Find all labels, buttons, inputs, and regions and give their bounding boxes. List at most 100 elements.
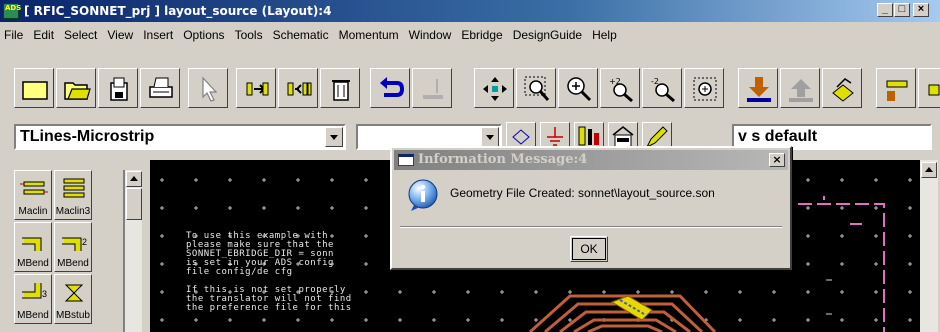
svg-text:-2: -2 xyxy=(651,77,659,86)
menu-bar: File Edit Select View Insert Options Tools Sche… xyxy=(0,24,940,46)
redo-icon xyxy=(423,79,443,99)
palette-item-label: MBstub xyxy=(56,310,90,321)
ok-button[interactable]: OK xyxy=(570,236,608,262)
component-palette: Maclin Maclin3 MBend MBend 2 MBend 3 MBs… xyxy=(14,170,124,332)
info-icon xyxy=(408,179,438,211)
palette-select-value: TLines-Microstrip xyxy=(20,128,155,145)
menu-edit[interactable]: Edit xyxy=(28,24,59,46)
zoom-x2-button[interactable]: +2 xyxy=(600,68,640,108)
scroll-up-arrow[interactable] xyxy=(921,162,937,178)
menu-options[interactable]: Options xyxy=(178,24,229,46)
zoom-x2-icon: +2 xyxy=(609,77,633,103)
open-icon xyxy=(64,82,91,100)
select-arrow-icon xyxy=(202,76,218,102)
new-icon xyxy=(22,81,48,100)
dialog-title-bar[interactable]: Information Message:4 × xyxy=(394,150,788,170)
palette-item-maclin3[interactable]: Maclin3 xyxy=(54,170,92,220)
chevron-down-icon[interactable] xyxy=(325,127,343,147)
zoom-in-icon xyxy=(567,77,592,102)
zoom-fit-button[interactable] xyxy=(684,68,724,108)
delete-icon xyxy=(332,80,350,101)
redo-button[interactable] xyxy=(412,68,452,108)
save-button[interactable] xyxy=(98,68,138,108)
maclin-icon xyxy=(20,181,48,195)
zoom-in-button[interactable] xyxy=(558,68,598,108)
main-toolbar: +2 -2 xyxy=(0,60,940,112)
palette-scrollbar[interactable] xyxy=(124,170,142,332)
menu-select[interactable]: Select xyxy=(59,24,102,46)
ruler-icon xyxy=(886,80,908,101)
scroll-thumb[interactable] xyxy=(126,188,142,220)
palette-item-label: Maclin xyxy=(18,206,48,217)
menu-view[interactable]: View xyxy=(102,24,138,46)
delete-button[interactable] xyxy=(320,68,360,108)
new-button[interactable] xyxy=(14,68,54,108)
move-icon xyxy=(483,77,507,101)
menu-schematic[interactable]: Schematic xyxy=(268,24,334,46)
dialog-separator xyxy=(400,226,782,228)
select-button[interactable] xyxy=(188,68,228,108)
app-icon[interactable]: ADS xyxy=(3,3,22,19)
palette-item-maclin[interactable]: Maclin xyxy=(14,170,52,220)
ads-layout-window: ADS [ RFIC_SONNET_prj ] layout_source (L… xyxy=(0,0,940,332)
insert-port-icon xyxy=(246,82,269,96)
magenta-traces xyxy=(798,196,885,332)
zoom-out-icon: -2 xyxy=(651,77,675,103)
insert-port-button[interactable] xyxy=(236,68,276,108)
canvas-scrollbar[interactable] xyxy=(920,160,938,332)
window-icon xyxy=(398,154,414,166)
push-down-button[interactable] xyxy=(738,68,778,108)
palette-select[interactable]: TLines-Microstrip xyxy=(14,124,346,150)
menu-designguide[interactable]: DesignGuide xyxy=(508,24,587,46)
palette-item-mbend2[interactable]: MBend 2 xyxy=(54,222,92,272)
window-title: [ RFIC_SONNET_prj ] layout_source (Layou… xyxy=(24,4,332,18)
move-button[interactable] xyxy=(474,68,514,108)
menu-ebridge[interactable]: Ebridge xyxy=(456,24,507,46)
undo-icon xyxy=(380,77,405,97)
palette-item-label: MBend xyxy=(17,258,49,269)
maximize-button[interactable]: □ xyxy=(894,3,910,17)
more-tools-button[interactable] xyxy=(918,68,940,108)
zoom-area-button[interactable] xyxy=(516,68,556,108)
information-dialog: Information Message:4 × Geometry File Cr… xyxy=(390,146,792,270)
pop-up-icon xyxy=(789,79,813,102)
menu-insert[interactable]: Insert xyxy=(138,24,178,46)
menu-momentum[interactable]: Momentum xyxy=(334,24,404,46)
palette-item-label: Maclin3 xyxy=(55,206,91,217)
menu-file[interactable]: File xyxy=(0,24,28,46)
app-icon-text: ADS xyxy=(5,4,22,12)
menu-window[interactable]: Window xyxy=(404,24,457,46)
mbend-icon xyxy=(22,237,42,251)
ruler-button[interactable] xyxy=(876,68,916,108)
layer-select-value: v s default xyxy=(738,128,818,145)
undo-button[interactable] xyxy=(370,68,410,108)
palette-item-subscript: 3 xyxy=(41,289,47,299)
palette-item-mbend3[interactable]: MBend 3 xyxy=(14,274,52,324)
menu-tools[interactable]: Tools xyxy=(230,24,268,46)
dialog-title: Information Message:4 xyxy=(418,152,588,167)
simulate-button[interactable] xyxy=(822,68,862,108)
dialog-message: Geometry File Created: sonnet\layout_sou… xyxy=(450,186,715,200)
minimize-button[interactable]: _ xyxy=(877,3,893,17)
palette-item-label: MBend xyxy=(57,258,89,269)
palette-item-mbend[interactable]: MBend xyxy=(14,222,52,272)
title-bar[interactable]: ADS [ RFIC_SONNET_prj ] layout_source (L… xyxy=(0,0,940,22)
menu-help[interactable]: Help xyxy=(587,24,622,46)
palette-item-subscript: 2 xyxy=(81,237,87,247)
chevron-down-icon[interactable] xyxy=(481,127,499,147)
dialog-close-button[interactable]: × xyxy=(769,153,785,167)
insert-pin-icon xyxy=(287,82,312,96)
open-button[interactable] xyxy=(56,68,96,108)
insert-pin-button[interactable] xyxy=(278,68,318,108)
zoom-out-button[interactable]: -2 xyxy=(642,68,682,108)
simulate-icon xyxy=(832,78,854,102)
pop-up-button[interactable] xyxy=(780,68,820,108)
scroll-up-arrow[interactable] xyxy=(126,171,142,187)
close-button[interactable]: × xyxy=(913,3,929,17)
push-down-icon xyxy=(747,77,771,102)
palette-item-mbstub[interactable]: MBstub xyxy=(54,274,92,324)
overflow-icon xyxy=(928,84,940,96)
save-icon xyxy=(110,77,128,101)
print-button[interactable] xyxy=(140,68,180,108)
via-bridge xyxy=(610,295,653,321)
